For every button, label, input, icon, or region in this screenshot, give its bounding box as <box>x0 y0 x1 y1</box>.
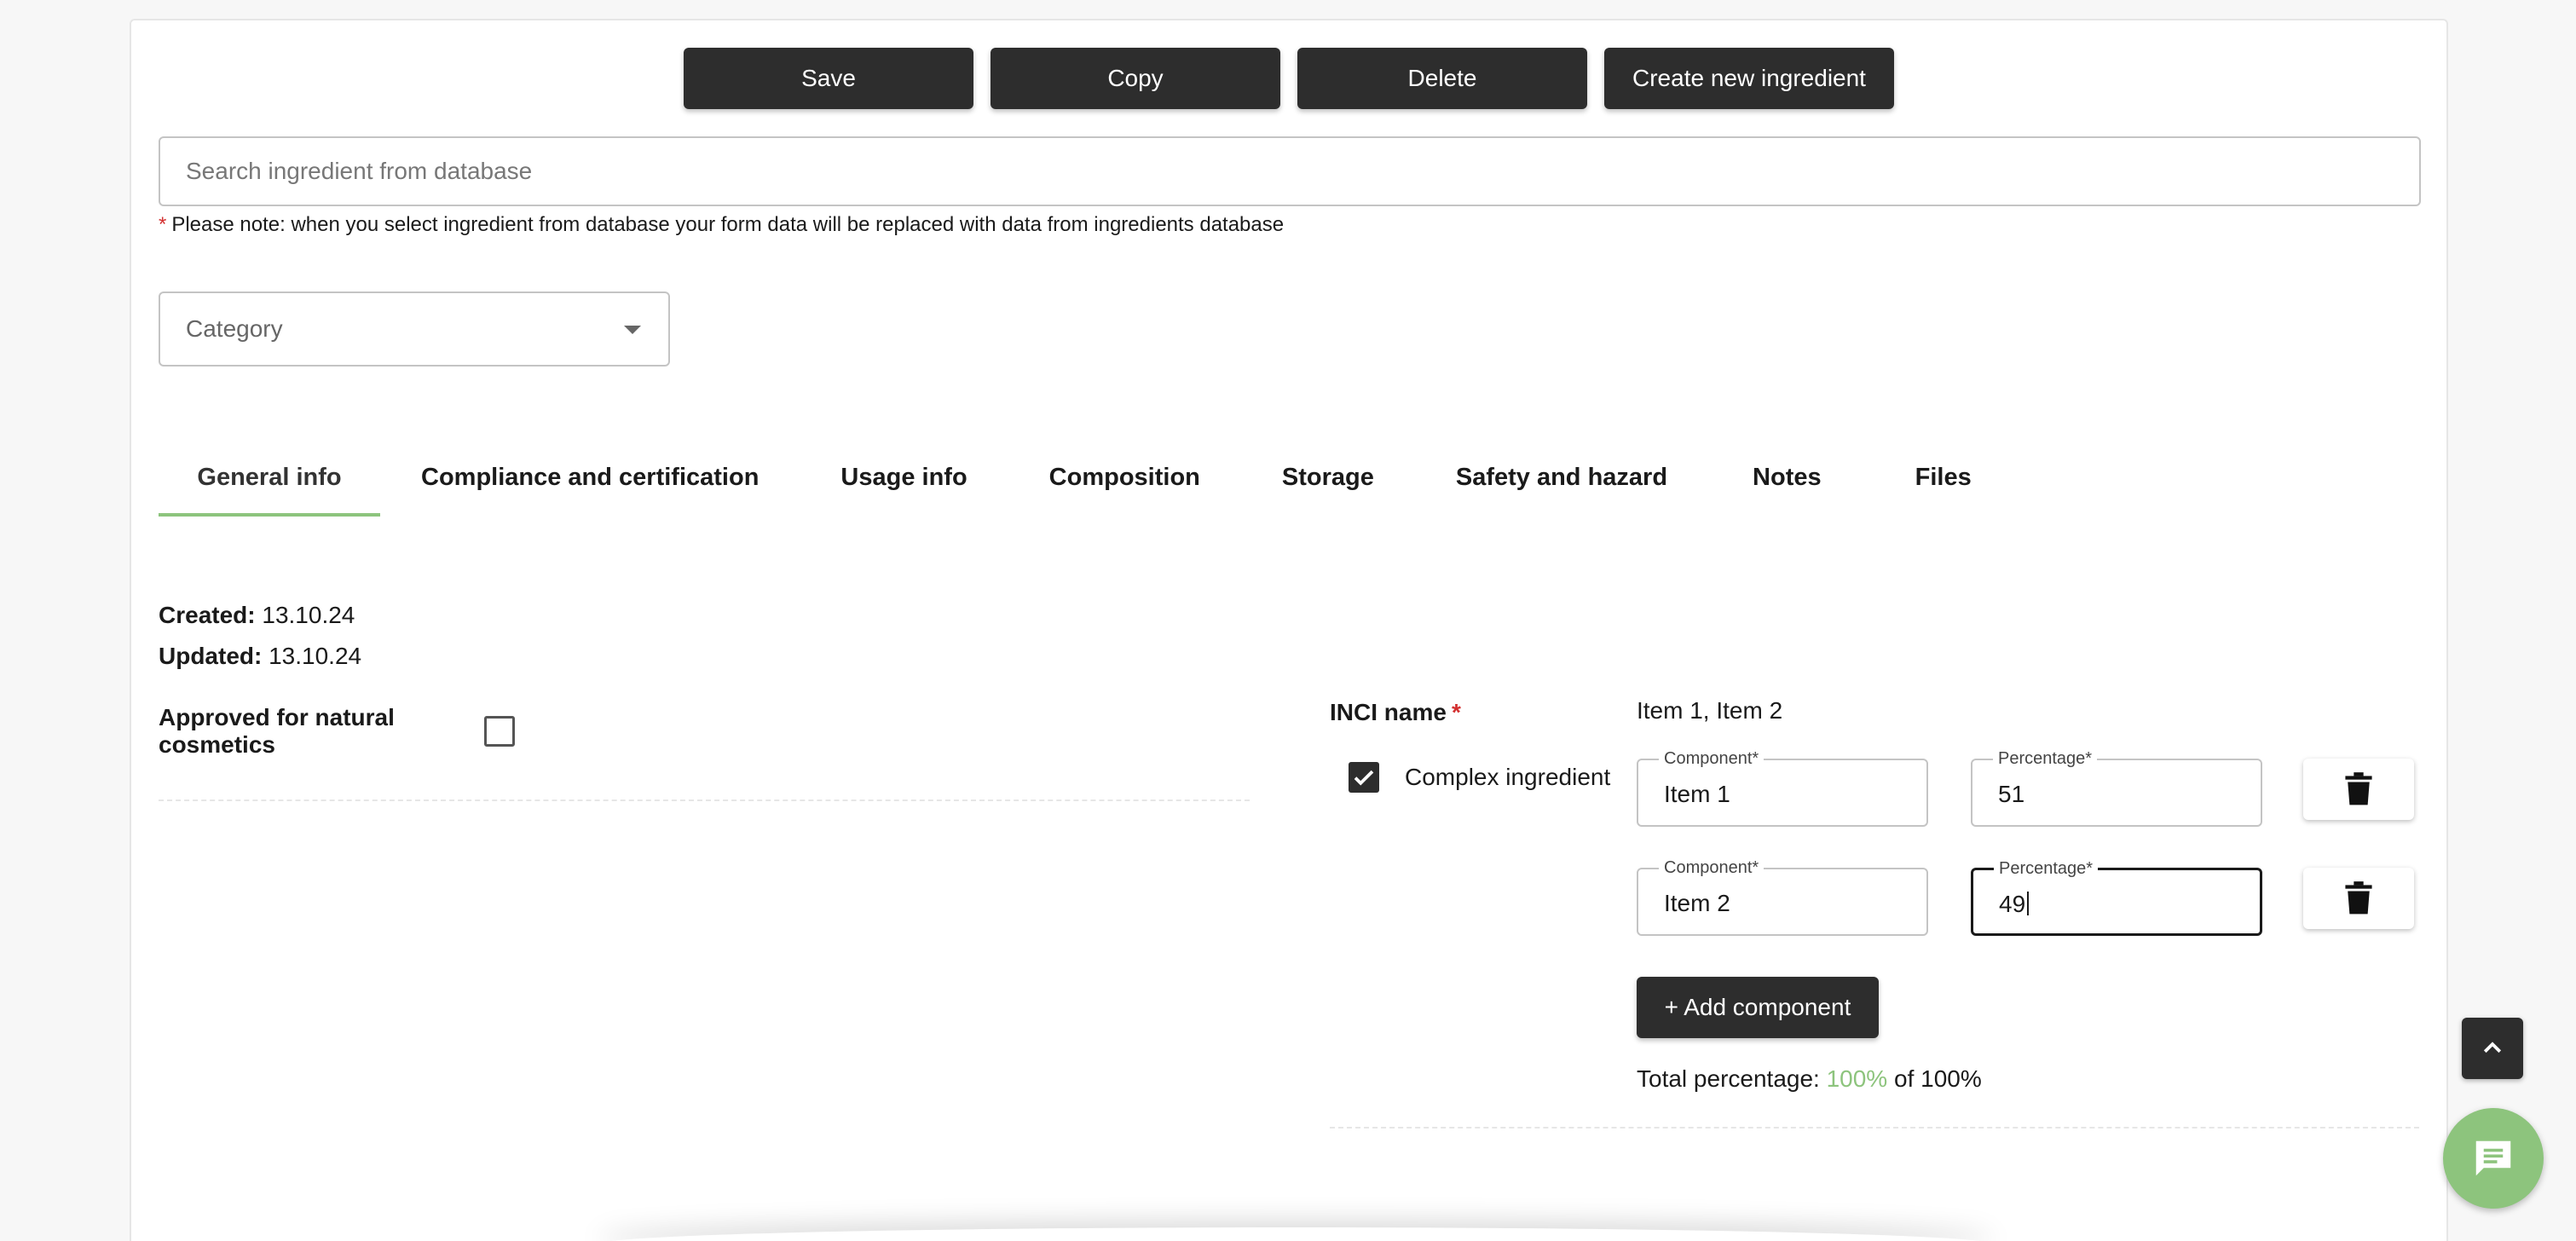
chevron-up-icon <box>2483 1042 2502 1053</box>
component-field[interactable]: Component* Item 1 <box>1637 748 1928 827</box>
updated-label: Updated: <box>159 643 263 669</box>
check-icon <box>1354 770 1374 786</box>
updated-date: Updated: 13.10.24 <box>159 643 361 670</box>
created-label: Created: <box>159 602 256 628</box>
tab-notes[interactable]: Notes <box>1753 452 1822 517</box>
category-placeholder: Category <box>186 315 283 342</box>
trash-icon <box>2345 881 2372 915</box>
note-text: Please note: when you select ingredient … <box>171 213 1285 236</box>
component-value: Item 1 <box>1664 781 1730 807</box>
divider <box>159 799 1250 801</box>
percentage-value: 51 <box>1998 781 2025 807</box>
tab-storage[interactable]: Storage <box>1282 452 1374 517</box>
tab-files[interactable]: Files <box>1915 452 1972 517</box>
percentage-value: 49 <box>1999 891 2029 918</box>
component-legend: Component* <box>1659 857 1765 878</box>
percentage-legend: Percentage* <box>1994 858 2099 879</box>
tab-general-info[interactable]: General info <box>159 452 380 517</box>
approved-natural-label: Approved for natural cosmetics <box>159 704 395 758</box>
toolbar: Save Copy Delete Create new ingredient <box>684 48 1894 109</box>
percentage-field[interactable]: Percentage* 49 <box>1971 858 2262 936</box>
created-date: Created: 13.10.24 <box>159 602 355 629</box>
tab-usage-info[interactable]: Usage info <box>840 452 967 517</box>
percentage-legend: Percentage* <box>1993 748 2098 769</box>
copy-button[interactable]: Copy <box>991 48 1280 109</box>
chat-button[interactable] <box>2443 1108 2544 1209</box>
delete-component-button[interactable] <box>2303 759 2414 820</box>
component-legend: Component* <box>1659 748 1765 769</box>
created-value: 13.10.24 <box>262 602 355 628</box>
inci-required-star: * <box>1451 699 1461 725</box>
divider <box>1330 1127 2419 1128</box>
total-percentage: Total percentage: 100% of 100% <box>1637 1065 1982 1093</box>
inci-name-value: Item 1, Item 2 <box>1637 697 1783 724</box>
chat-icon <box>2475 1140 2511 1176</box>
tab-composition[interactable]: Composition <box>1049 452 1200 517</box>
inci-name-label: INCI name * <box>1330 699 1461 726</box>
tab-safety-and-hazard[interactable]: Safety and hazard <box>1456 452 1667 517</box>
complex-ingredient-label: Complex ingredient <box>1405 764 1611 790</box>
approved-natural-checkbox[interactable] <box>484 716 515 747</box>
updated-value: 13.10.24 <box>269 643 362 669</box>
delete-component-button[interactable] <box>2303 868 2414 929</box>
search-note: * Please note: when you select ingredient… <box>159 213 1284 237</box>
tab-compliance-and-certification[interactable]: Compliance and certification <box>421 452 759 517</box>
search-ingredient-input[interactable] <box>159 136 2421 206</box>
total-label: Total percentage: <box>1637 1065 1820 1092</box>
category-select[interactable]: Category <box>159 291 670 367</box>
chevron-down-icon <box>624 326 641 334</box>
scroll-to-top-button[interactable] <box>2462 1018 2523 1079</box>
component-field[interactable]: Component* Item 2 <box>1637 857 1928 936</box>
add-component-button[interactable]: + Add component <box>1637 977 1879 1038</box>
create-new-ingredient-button[interactable]: Create new ingredient <box>1604 48 1894 109</box>
delete-button[interactable]: Delete <box>1297 48 1587 109</box>
total-of: of 100% <box>1894 1065 1982 1092</box>
trash-icon <box>2345 772 2372 805</box>
percentage-field[interactable]: Percentage* 51 <box>1971 748 2262 827</box>
inci-label-text: INCI name <box>1330 699 1447 725</box>
total-value: 100% <box>1826 1065 1888 1092</box>
tab-bar: General info Compliance and certificatio… <box>159 452 1972 517</box>
complex-ingredient-checkbox[interactable] <box>1349 762 1379 793</box>
component-value: Item 2 <box>1664 890 1730 916</box>
save-button[interactable]: Save <box>684 48 973 109</box>
note-required-star: * <box>159 213 167 236</box>
